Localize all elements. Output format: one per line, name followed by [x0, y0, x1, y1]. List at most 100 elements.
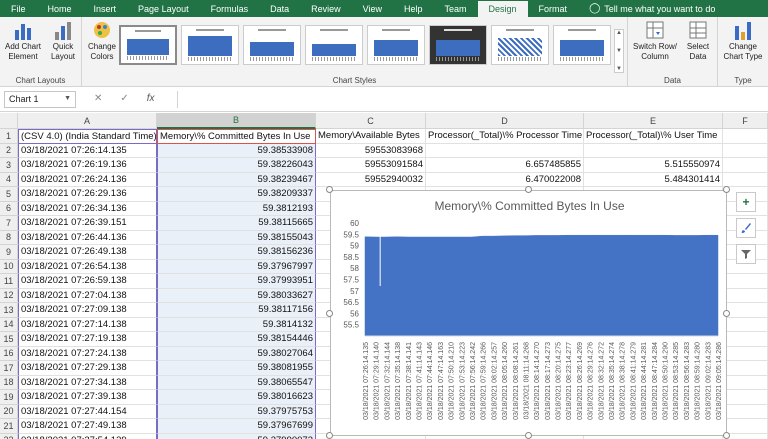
formula-input[interactable] [177, 91, 764, 108]
resize-handle-mr[interactable] [723, 310, 730, 317]
cell-f18[interactable] [723, 375, 768, 390]
column-header-a[interactable]: A [18, 113, 157, 129]
row-header-7[interactable]: 7 [0, 216, 18, 231]
cell-d2[interactable] [426, 143, 584, 158]
row-header-9[interactable]: 9 [0, 245, 18, 260]
cell-a3[interactable]: 03/18/2021 07:26:19.136 [18, 158, 157, 173]
chart-style-5[interactable] [367, 25, 425, 65]
row-header-11[interactable]: 11 [0, 274, 18, 289]
cell-a19[interactable]: 03/18/2021 07:27:39.138 [18, 390, 157, 405]
cell-f3[interactable] [723, 158, 768, 173]
resize-handle-br[interactable] [723, 432, 730, 439]
tab-file[interactable]: File [0, 0, 37, 17]
cell-b4[interactable]: 59.38239467 [157, 172, 316, 187]
row-header-14[interactable]: 14 [0, 317, 18, 332]
column-header-f[interactable]: F [723, 113, 768, 129]
name-box[interactable]: Chart 1 ▼ [4, 91, 76, 108]
resize-handle-bl[interactable] [326, 432, 333, 439]
cell-a5[interactable]: 03/18/2021 07:26:29.136 [18, 187, 157, 202]
cell-d4[interactable]: 6.470022008 [426, 172, 584, 187]
tab-home[interactable]: Home [37, 0, 83, 17]
column-header-d[interactable]: D [426, 113, 584, 129]
cell-b9[interactable]: 59.38156236 [157, 245, 316, 260]
cell-b19[interactable]: 59.38016623 [157, 390, 316, 405]
enter-icon[interactable]: ✓ [120, 93, 128, 104]
cell-b5[interactable]: 59.38209337 [157, 187, 316, 202]
tell-me-box[interactable]: ◯ Tell me what you want to do [578, 0, 726, 17]
row-header-21[interactable]: 21 [0, 419, 18, 434]
row-header-13[interactable]: 13 [0, 303, 18, 318]
chart-elements-icon[interactable]: + [736, 192, 756, 212]
select-all-corner[interactable] [0, 113, 18, 129]
cell-a16[interactable]: 03/18/2021 07:27:24.138 [18, 346, 157, 361]
resize-handle-tl[interactable] [326, 186, 333, 193]
cell-b6[interactable]: 59.3812193 [157, 201, 316, 216]
column-header-c[interactable]: C [316, 113, 426, 129]
gallery-more-icon[interactable]: ▼ [616, 66, 622, 72]
cell-e4[interactable]: 5.484301414 [584, 172, 723, 187]
cell-a10[interactable]: 03/18/2021 07:26:54.138 [18, 259, 157, 274]
select-data-button[interactable]: Select Data [682, 20, 714, 62]
cell-f2[interactable] [723, 143, 768, 158]
row-header-20[interactable]: 20 [0, 404, 18, 419]
cell-a6[interactable]: 03/18/2021 07:26:34.136 [18, 201, 157, 216]
row-header-15[interactable]: 15 [0, 332, 18, 347]
cell-a14[interactable]: 03/18/2021 07:27:14.138 [18, 317, 157, 332]
row-header-6[interactable]: 6 [0, 201, 18, 216]
tab-insert[interactable]: Insert [83, 0, 128, 17]
resize-handle-tr[interactable] [723, 186, 730, 193]
cell-f4[interactable] [723, 172, 768, 187]
gallery-scroll[interactable]: ▲ ▼ ▼ [614, 29, 624, 73]
row-header-17[interactable]: 17 [0, 361, 18, 376]
chevron-down-icon[interactable]: ▼ [64, 95, 71, 102]
cell-f12[interactable] [723, 288, 768, 303]
cell-f21[interactable] [723, 419, 768, 434]
cell-b7[interactable]: 59.38115665 [157, 216, 316, 231]
chart-styles-brush-icon[interactable] [736, 218, 756, 238]
change-colors-button[interactable]: Change Colors [86, 20, 118, 62]
tab-team[interactable]: Team [434, 0, 478, 17]
cell-a12[interactable]: 03/18/2021 07:27:04.138 [18, 288, 157, 303]
cell-a7[interactable]: 03/18/2021 07:26:39.151 [18, 216, 157, 231]
row-header-2[interactable]: 2 [0, 143, 18, 158]
cell-f1[interactable] [723, 129, 768, 144]
cell-a8[interactable]: 03/18/2021 07:26:44.136 [18, 230, 157, 245]
cell-a15[interactable]: 03/18/2021 07:27:19.138 [18, 332, 157, 347]
row-header-18[interactable]: 18 [0, 375, 18, 390]
cell-a21[interactable]: 03/18/2021 07:27:49.138 [18, 419, 157, 434]
cell-c2[interactable]: 59553083968 [316, 143, 426, 158]
row-header-12[interactable]: 12 [0, 288, 18, 303]
scroll-up-icon[interactable]: ▲ [616, 30, 622, 36]
cell-f20[interactable] [723, 404, 768, 419]
cell-b1[interactable]: Memory\% Committed Bytes In Use [157, 129, 316, 144]
cell-a22[interactable]: 03/18/2021 07:27:54.139 [18, 433, 157, 439]
column-header-e[interactable]: E [584, 113, 723, 129]
cell-a11[interactable]: 03/18/2021 07:26:59.138 [18, 274, 157, 289]
cell-a1[interactable]: (CSV 4.0) (India Standard Time) [18, 129, 157, 144]
tab-format[interactable]: Format [528, 0, 579, 17]
cell-a2[interactable]: 03/18/2021 07:26:14.135 [18, 143, 157, 158]
cell-b11[interactable]: 59.37993951 [157, 274, 316, 289]
cell-b13[interactable]: 59.38117156 [157, 303, 316, 318]
switch-row-column-button[interactable]: Switch Row/ Column [632, 20, 678, 62]
cancel-icon[interactable]: ✕ [94, 93, 102, 104]
tab-design[interactable]: Design [477, 1, 528, 17]
row-header-16[interactable]: 16 [0, 346, 18, 361]
chart-style-7[interactable] [491, 25, 549, 65]
change-chart-type-button[interactable]: Change Chart Type [722, 20, 764, 62]
cell-b2[interactable]: 59.38533908 [157, 143, 316, 158]
cell-a9[interactable]: 03/18/2021 07:26:49.138 [18, 245, 157, 260]
row-header-8[interactable]: 8 [0, 230, 18, 245]
cell-e2[interactable] [584, 143, 723, 158]
row-header-1[interactable]: 1 [0, 129, 18, 144]
scroll-down-icon[interactable]: ▼ [616, 48, 622, 54]
column-header-b[interactable]: B [157, 113, 316, 129]
cell-f13[interactable] [723, 303, 768, 318]
cell-f17[interactable] [723, 361, 768, 376]
resize-handle-bm[interactable] [525, 432, 532, 439]
cell-e3[interactable]: 5.515550974 [584, 158, 723, 173]
row-header-19[interactable]: 19 [0, 390, 18, 405]
cell-f15[interactable] [723, 332, 768, 347]
quick-layout-button[interactable]: Quick Layout [46, 20, 80, 62]
cell-a13[interactable]: 03/18/2021 07:27:09.138 [18, 303, 157, 318]
